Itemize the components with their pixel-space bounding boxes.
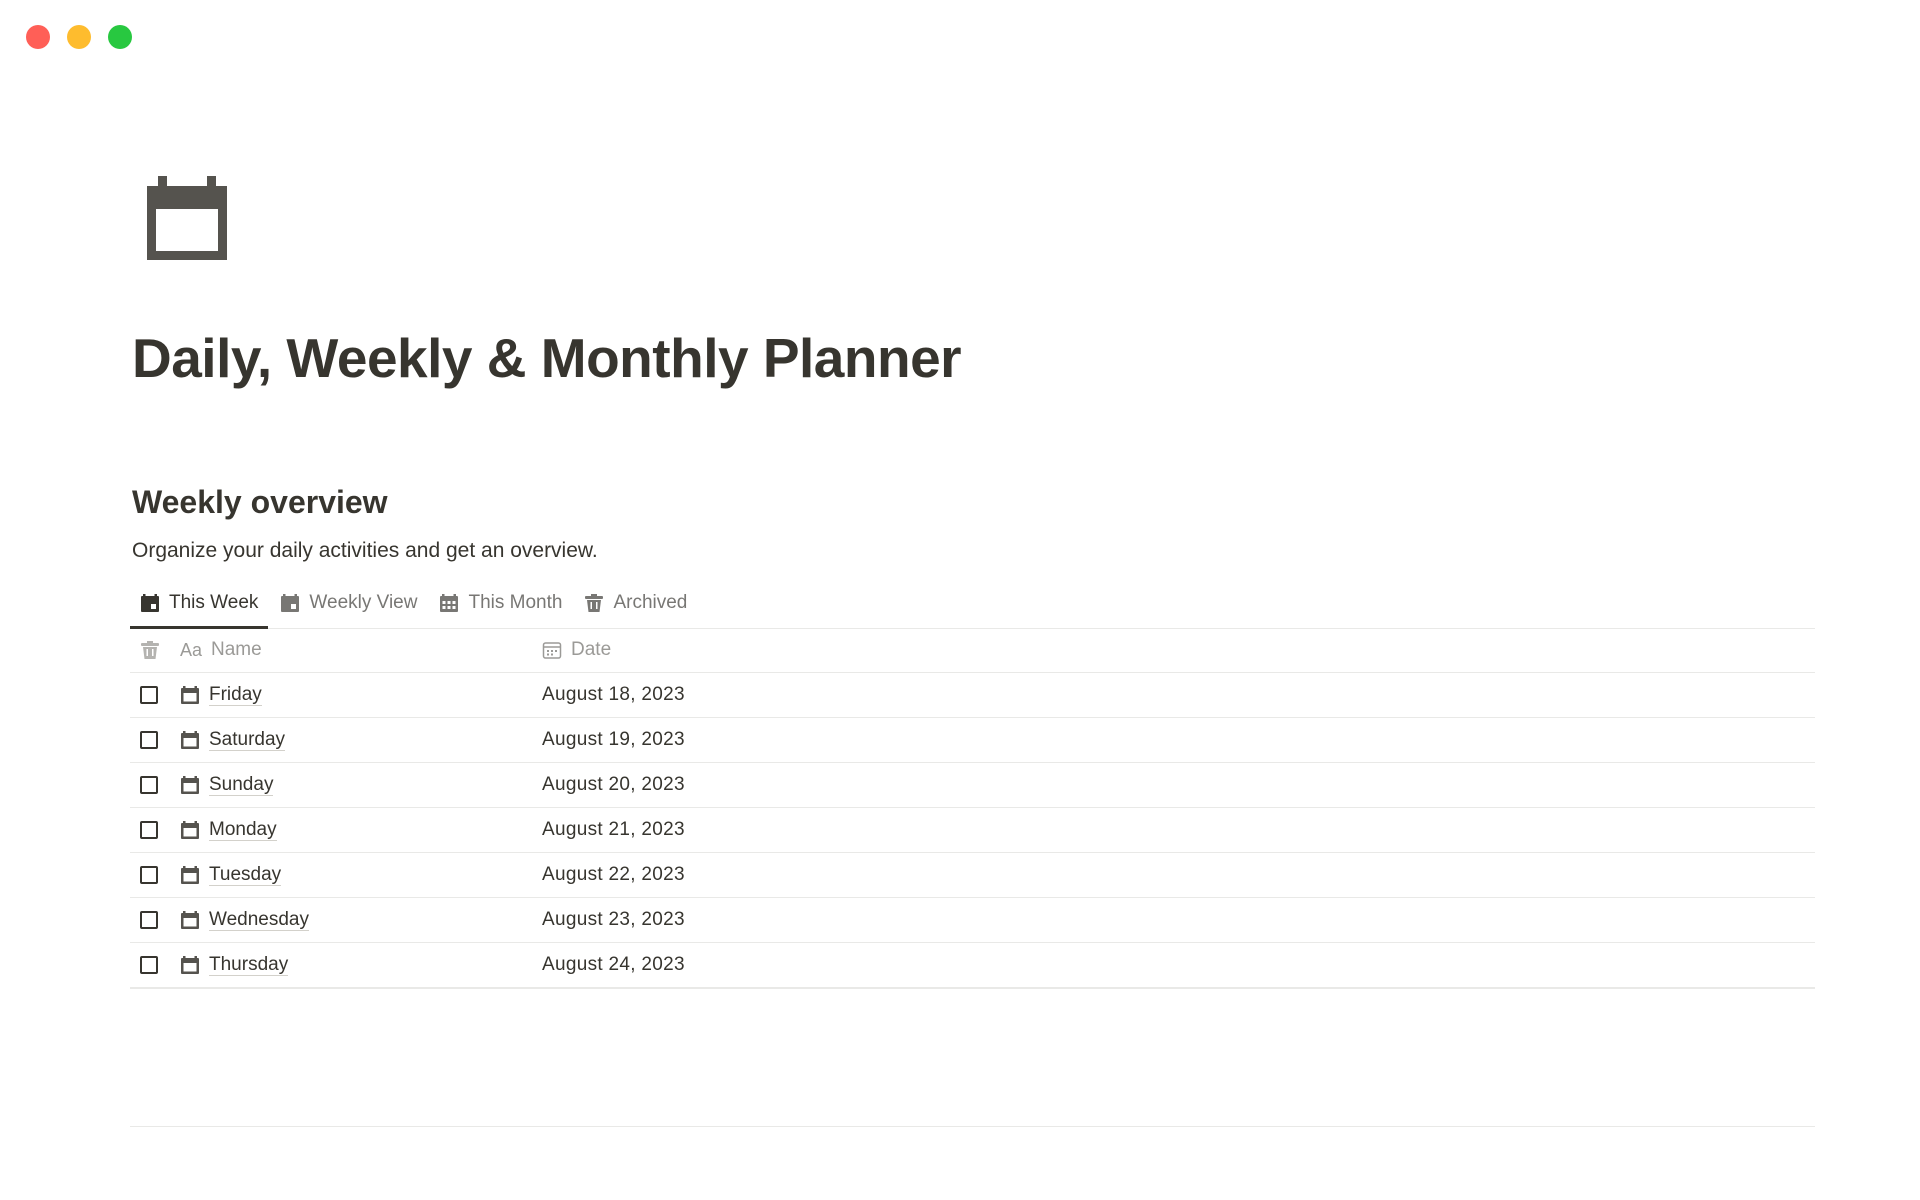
- row-checkbox-cell: [130, 686, 180, 704]
- calendar-icon: [180, 910, 200, 930]
- date-cell[interactable]: August 24, 2023: [538, 954, 1815, 976]
- trash-icon: [584, 593, 604, 613]
- row-checkbox[interactable]: [140, 956, 158, 974]
- date-cell[interactable]: August 22, 2023: [538, 864, 1815, 886]
- view-tabs: This Week Weekly View This Month Archive…: [130, 582, 1815, 629]
- calendar-icon: [180, 820, 200, 840]
- page-title: Daily, Weekly & Monthly Planner: [132, 327, 962, 389]
- row-checkbox-cell: [130, 776, 180, 794]
- tab-this-week[interactable]: This Week: [130, 582, 269, 629]
- name-cell[interactable]: Saturday: [180, 729, 538, 751]
- calendar-icon: [180, 730, 200, 750]
- date-header-label: Date: [571, 639, 612, 660]
- table-row[interactable]: Friday August 18, 2023: [130, 673, 1815, 718]
- zoom-window-button[interactable]: [108, 25, 132, 49]
- date-value: August 23, 2023: [542, 909, 685, 930]
- name-column-header[interactable]: Aa Name: [180, 639, 538, 661]
- row-checkbox[interactable]: [140, 911, 158, 929]
- row-checkbox-cell: [130, 731, 180, 749]
- row-checkbox-cell: [130, 911, 180, 929]
- row-checkbox[interactable]: [140, 821, 158, 839]
- week-table: Aa Name Date Friday August 18, 2023 Satu…: [130, 628, 1815, 989]
- date-cell[interactable]: August 20, 2023: [538, 774, 1815, 796]
- date-cell[interactable]: August 19, 2023: [538, 729, 1815, 751]
- date-cell[interactable]: August 23, 2023: [538, 909, 1815, 931]
- name-cell[interactable]: Thursday: [180, 954, 538, 976]
- date-value: August 24, 2023: [542, 954, 685, 975]
- date-value: August 18, 2023: [542, 684, 685, 705]
- calendar-grid-icon: [439, 593, 459, 613]
- name-cell[interactable]: Wednesday: [180, 909, 538, 931]
- table-row[interactable]: Saturday August 19, 2023: [130, 718, 1815, 763]
- tab-label: Weekly View: [309, 592, 418, 613]
- name-cell[interactable]: Friday: [180, 684, 538, 706]
- row-checkbox[interactable]: [140, 866, 158, 884]
- calendar-icon: [140, 593, 160, 613]
- calendar-icon: [180, 685, 200, 705]
- row-checkbox[interactable]: [140, 776, 158, 794]
- tab-weekly-view[interactable]: Weekly View: [270, 582, 427, 624]
- section-heading: Weekly overview: [132, 484, 388, 520]
- day-name-link[interactable]: Monday: [209, 819, 277, 841]
- row-checkbox-cell: [130, 821, 180, 839]
- tab-archived[interactable]: Archived: [574, 582, 697, 624]
- calendar-icon: [180, 955, 200, 975]
- date-value: August 21, 2023: [542, 819, 685, 840]
- table-row[interactable]: Wednesday August 23, 2023: [130, 898, 1815, 943]
- divider: [130, 1126, 1815, 1127]
- trash-icon[interactable]: [130, 640, 180, 660]
- table-row[interactable]: Sunday August 20, 2023: [130, 763, 1815, 808]
- date-value: August 20, 2023: [542, 774, 685, 795]
- section-description: Organize your daily activities and get a…: [132, 539, 598, 562]
- tab-label: This Month: [468, 592, 563, 613]
- day-name-link[interactable]: Thursday: [209, 954, 289, 976]
- minimize-window-button[interactable]: [67, 25, 91, 49]
- date-cell[interactable]: August 21, 2023: [538, 819, 1815, 841]
- calendar-icon[interactable]: [144, 176, 230, 262]
- day-name-link[interactable]: Sunday: [209, 774, 274, 796]
- calendar-icon: [180, 775, 200, 795]
- date-cell[interactable]: August 18, 2023: [538, 684, 1815, 706]
- table-row[interactable]: Monday August 21, 2023: [130, 808, 1815, 853]
- date-value: August 22, 2023: [542, 864, 685, 885]
- name-header-label: Name: [211, 639, 262, 660]
- row-checkbox-cell: [130, 866, 180, 884]
- name-cell[interactable]: Monday: [180, 819, 538, 841]
- day-name-link[interactable]: Friday: [209, 684, 262, 706]
- name-cell[interactable]: Tuesday: [180, 864, 538, 886]
- close-window-button[interactable]: [26, 25, 50, 49]
- window-controls: [26, 25, 132, 49]
- day-name-link[interactable]: Wednesday: [209, 909, 309, 931]
- day-name-link[interactable]: Saturday: [209, 729, 286, 751]
- calendar-icon: [180, 865, 200, 885]
- calendar-icon: [280, 593, 300, 613]
- name-cell[interactable]: Sunday: [180, 774, 538, 796]
- row-checkbox-cell: [130, 956, 180, 974]
- table-header: Aa Name Date: [130, 628, 1815, 673]
- table-row[interactable]: Tuesday August 22, 2023: [130, 853, 1815, 898]
- text-property-icon: Aa: [180, 639, 203, 660]
- date-value: August 19, 2023: [542, 729, 685, 750]
- tab-label: Archived: [613, 592, 688, 613]
- tab-label: This Week: [169, 592, 259, 613]
- row-checkbox[interactable]: [140, 686, 158, 704]
- row-checkbox[interactable]: [140, 731, 158, 749]
- tab-this-month[interactable]: This Month: [429, 582, 572, 624]
- date-column-header[interactable]: Date: [538, 639, 1815, 661]
- calendar-outline-icon: [542, 640, 562, 660]
- day-name-link[interactable]: Tuesday: [209, 864, 282, 886]
- table-row[interactable]: Thursday August 24, 2023: [130, 943, 1815, 989]
